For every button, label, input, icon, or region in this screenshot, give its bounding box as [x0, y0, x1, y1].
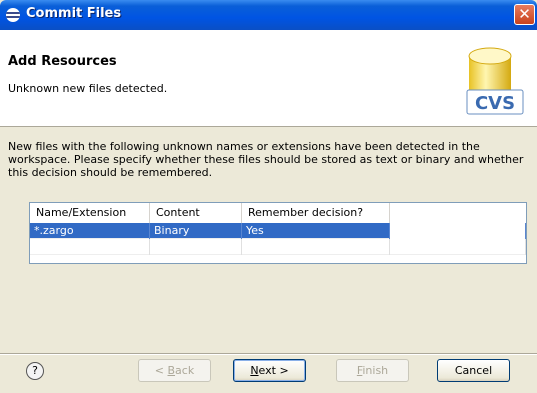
wizard-content: New files with the following unknown nam… — [0, 128, 537, 352]
next-button[interactable]: Next > — [233, 359, 306, 382]
cvs-repository-icon: CVS — [466, 47, 524, 115]
close-button[interactable]: ✕ — [514, 4, 535, 25]
cell-empty — [390, 223, 526, 239]
help-button[interactable]: ? — [26, 362, 44, 380]
button-bar-separator — [0, 353, 537, 355]
cell-name[interactable]: *.zargo — [30, 223, 150, 239]
cell-content[interactable]: Binary — [150, 223, 242, 239]
cell-remember[interactable]: Yes — [242, 223, 390, 239]
title-bar[interactable]: Commit Files ✕ — [0, 0, 537, 30]
page-heading: Add Resources — [8, 54, 117, 69]
column-header-content[interactable]: Content — [150, 203, 242, 223]
wizard-banner: Add Resources Unknown new files detected… — [0, 30, 537, 127]
cancel-button[interactable]: Cancel — [437, 359, 510, 382]
cvs-logo-text: CVS — [475, 93, 515, 114]
column-header-remember[interactable]: Remember decision? — [242, 203, 390, 223]
table-header: Name/Extension Content Remember decision… — [30, 203, 526, 224]
table-row-empty — [30, 239, 526, 255]
resources-table[interactable]: Name/Extension Content Remember decision… — [29, 202, 527, 264]
back-button[interactable]: < Back — [138, 359, 211, 382]
table-row[interactable]: *.zargo Binary Yes — [30, 223, 526, 239]
eclipse-icon — [6, 8, 20, 22]
page-message: Unknown new files detected. — [8, 82, 168, 95]
description-text: New files with the following unknown nam… — [8, 140, 524, 179]
column-header-empty — [390, 203, 526, 223]
window-title: Commit Files — [26, 6, 122, 21]
column-header-name[interactable]: Name/Extension — [30, 203, 150, 223]
finish-button[interactable]: Finish — [336, 359, 409, 382]
